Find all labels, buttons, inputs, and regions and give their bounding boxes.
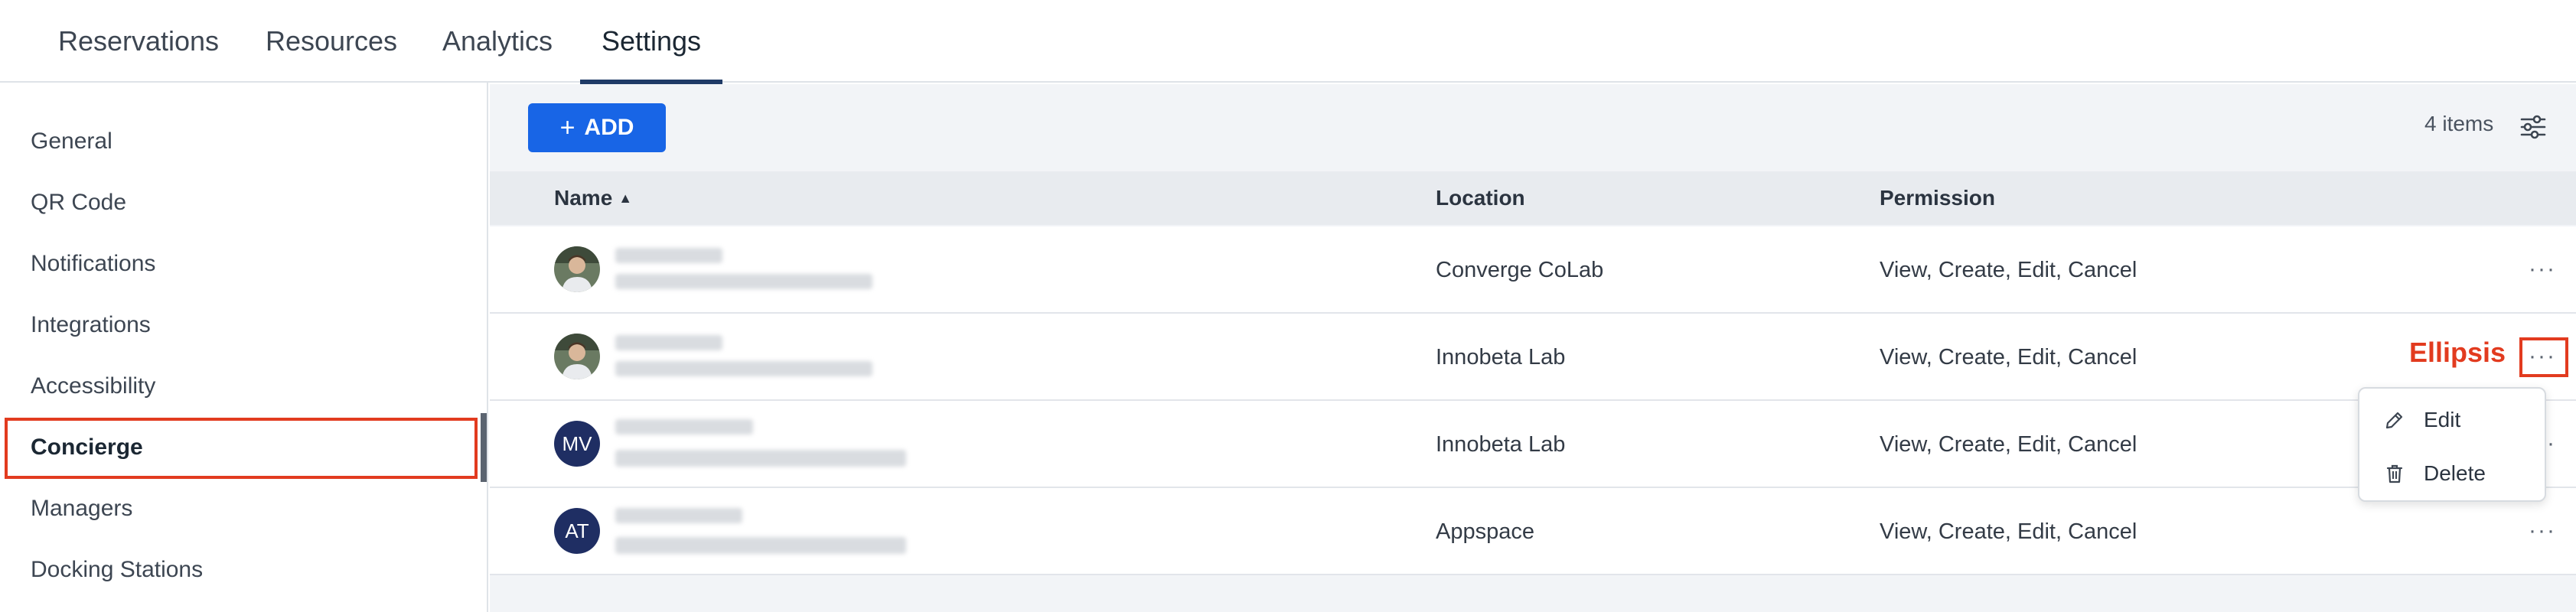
table-row[interactable]: MV Innobeta Lab View, Create, Edit, Canc…: [490, 401, 2576, 488]
concierge-highlight-box: [5, 418, 478, 479]
location-cell: Appspace: [1436, 519, 1534, 544]
redacted-email: [615, 361, 872, 376]
table-row[interactable]: Innobeta Lab View, Create, Edit, Cancel …: [490, 314, 2576, 401]
table-row[interactable]: AT Appspace View, Create, Edit, Cancel ·…: [490, 488, 2576, 575]
column-header-name[interactable]: Name ▲: [554, 171, 632, 225]
column-header-name-label: Name: [554, 186, 613, 210]
trash-icon: [2386, 464, 2403, 483]
add-button-label: ADD: [584, 115, 634, 140]
ellipsis-annotation-label: Ellipsis: [2409, 337, 2506, 368]
redacted-name: [615, 335, 722, 350]
pencil-icon: [2385, 412, 2403, 429]
tab-settings[interactable]: Settings: [580, 0, 722, 84]
sidebar-item-accessibility[interactable]: Accessibility: [31, 363, 155, 409]
redacted-email: [615, 274, 872, 289]
permission-cell: View, Create, Edit, Cancel: [1880, 519, 2137, 544]
table-header: Name ▲ Location Permission: [490, 171, 2576, 225]
menu-item-edit-label: Edit: [2424, 408, 2461, 431]
tab-resources[interactable]: Resources: [249, 0, 413, 83]
plus-icon: +: [559, 112, 576, 142]
menu-item-delete-label: Delete: [2424, 461, 2486, 485]
avatar-photo: [554, 334, 600, 379]
sidebar-item-integrations[interactable]: Integrations: [31, 302, 151, 348]
sidebar-item-docking-stations[interactable]: Docking Stations: [31, 547, 203, 593]
sidebar-item-managers[interactable]: Managers: [31, 486, 132, 532]
column-header-location[interactable]: Location: [1436, 171, 1525, 225]
redacted-name: [615, 248, 722, 263]
location-cell: Innobeta Lab: [1436, 431, 1566, 457]
menu-item-delete[interactable]: Delete: [2359, 450, 2548, 497]
location-cell: Converge CoLab: [1436, 257, 1604, 282]
avatar: AT: [554, 508, 600, 554]
ellipsis-highlight-box: [2519, 337, 2568, 377]
redacted-email: [615, 537, 906, 554]
row-actions-menu: Edit Delete: [2358, 387, 2546, 502]
add-button[interactable]: + ADD: [528, 103, 666, 152]
permission-cell: View, Create, Edit, Cancel: [1880, 431, 2137, 457]
table-row[interactable]: Converge CoLab View, Create, Edit, Cance…: [490, 226, 2576, 314]
tab-reservations[interactable]: Reservations: [43, 0, 234, 83]
column-header-permission[interactable]: Permission: [1880, 171, 1995, 225]
row-actions-ellipsis-icon[interactable]: ···: [2525, 517, 2559, 545]
permission-cell: View, Create, Edit, Cancel: [1880, 257, 2137, 282]
item-count: 4 items: [2424, 112, 2494, 135]
sidebar-item-general[interactable]: General: [31, 119, 112, 164]
redacted-name: [615, 508, 742, 523]
sort-ascending-icon: ▲: [618, 190, 633, 206]
redacted-name: [615, 419, 753, 435]
tab-analytics[interactable]: Analytics: [429, 0, 566, 83]
permission-cell: View, Create, Edit, Cancel: [1880, 344, 2137, 369]
sidebar-scrollbar-thumb[interactable]: [481, 413, 487, 482]
top-navigation: Reservations Resources Analytics Setting…: [0, 0, 2576, 84]
avatar: [554, 246, 600, 292]
settings-sidebar: General QR Code Notifications Integratio…: [0, 83, 488, 612]
avatar: [554, 334, 600, 379]
sliders-icon[interactable]: [2519, 113, 2547, 141]
sidebar-item-notifications[interactable]: Notifications: [31, 241, 155, 287]
main-content: + ADD 4 items Name ▲ Location Permission: [490, 84, 2576, 612]
menu-item-edit[interactable]: Edit: [2359, 396, 2548, 444]
location-cell: Innobeta Lab: [1436, 344, 1566, 369]
avatar: MV: [554, 421, 600, 467]
redacted-email: [615, 450, 906, 467]
avatar-photo: [554, 246, 600, 292]
sidebar-item-qr-code[interactable]: QR Code: [31, 180, 126, 226]
row-actions-ellipsis-icon[interactable]: ···: [2525, 256, 2559, 283]
